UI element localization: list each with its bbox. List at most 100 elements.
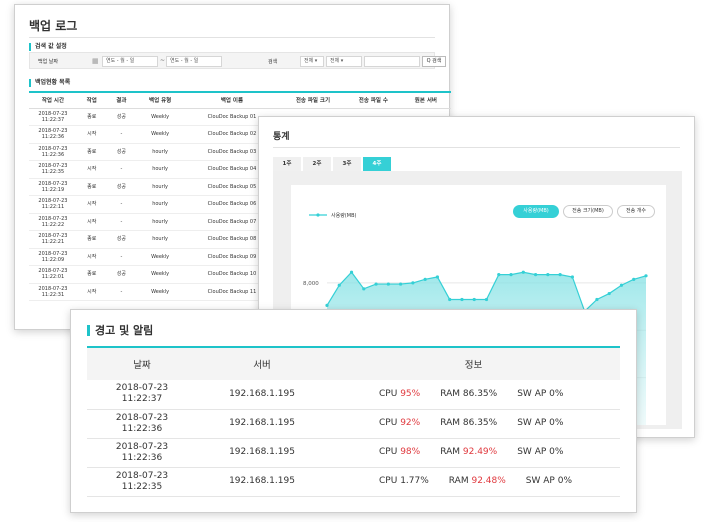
cell-result: - bbox=[106, 213, 137, 231]
alert-server: 192.168.1.195 bbox=[197, 438, 327, 468]
cell-result: - bbox=[106, 160, 137, 179]
alerts-window: 경고 및 알림 날짜 서버 정보 2018-07-23 11:22:37 192.1… bbox=[70, 309, 637, 513]
select-1-value: 전체 bbox=[304, 58, 314, 64]
data-point bbox=[460, 297, 464, 302]
data-point bbox=[374, 282, 378, 286]
cpu-label: CPU bbox=[379, 418, 398, 428]
cell-datetime: 2018-07-23 11:22:09 bbox=[29, 248, 77, 266]
select-1[interactable]: 전체 ▾ bbox=[300, 56, 324, 67]
col-header: 전송 파일 수 bbox=[346, 91, 401, 109]
ram-label: RAM bbox=[448, 476, 469, 486]
list-section-title: 백업현황 목록 bbox=[29, 79, 70, 87]
search-label: 검색 bbox=[268, 59, 278, 65]
ram-label: RAM bbox=[440, 418, 461, 428]
cell-type: Weekly bbox=[136, 283, 185, 301]
data-point bbox=[423, 277, 427, 281]
data-point bbox=[386, 282, 390, 286]
data-point bbox=[349, 270, 354, 274]
data-point bbox=[411, 281, 415, 285]
alert-date-time: 11:22:37 bbox=[121, 394, 163, 405]
data-point bbox=[435, 275, 440, 279]
alert-date-day: 2018-07-23 bbox=[115, 441, 169, 452]
cell-result: - bbox=[106, 248, 137, 266]
ram-value: 92.49% bbox=[462, 447, 498, 457]
calendar-icon[interactable]: ▦ bbox=[92, 57, 99, 65]
cell-type: hourly bbox=[136, 230, 185, 249]
col-server: 서버 bbox=[197, 346, 327, 380]
data-point bbox=[607, 291, 611, 296]
sw-value: 0% bbox=[549, 418, 564, 428]
alert-date: 2018-07-23 11:22:35 bbox=[87, 467, 197, 497]
table-header-row: 작업 시간 작업 결과 백업 유형 백업 이름 전송 파일 크기 전송 파일 수 원본 서버 bbox=[29, 91, 451, 109]
col-header: 결과 bbox=[106, 91, 137, 109]
cell-datetime: 2018-07-23 11:22:36 bbox=[29, 143, 77, 161]
alert-date-time: 11:22:36 bbox=[121, 452, 163, 463]
cpu-value: 1.77% bbox=[400, 476, 429, 486]
cpu-label: CPU bbox=[379, 388, 398, 399]
alert-row[interactable]: 2018-07-23 11:22:37 192.168.1.195 CPU 95% RA… bbox=[87, 380, 620, 410]
search-button[interactable]: Q 검색 bbox=[422, 56, 446, 67]
sw-label: SW AP bbox=[517, 418, 547, 428]
cell-result: 성공 bbox=[106, 265, 137, 284]
stats-title: 통계 bbox=[273, 132, 290, 142]
range-dash: ~ bbox=[160, 57, 166, 64]
tab-week-1[interactable]: 1주 bbox=[273, 157, 301, 171]
alert-date: 2018-07-23 11:22:36 bbox=[87, 438, 197, 468]
cell-type: hourly bbox=[136, 195, 185, 214]
cell-op: 시작 bbox=[76, 125, 107, 144]
alert-info: CPU 92% RAM 86.35% SW AP 0% bbox=[327, 409, 620, 439]
cell-datetime: 2018-07-23 11:22:01 bbox=[29, 265, 77, 284]
alert-date-day: 2018-07-23 bbox=[115, 412, 169, 423]
cell-op: 시작 bbox=[76, 213, 107, 231]
search-filter-bar: 백업 날짜 ▦ 연도 - 월 - 일 ~ 연도 - 월 - 일 검색 전체 ▾ … bbox=[29, 52, 446, 69]
alert-date: 2018-07-23 11:22:36 bbox=[87, 409, 197, 439]
sw-label: SW AP bbox=[525, 476, 555, 486]
search-input[interactable] bbox=[364, 56, 420, 67]
alert-row[interactable]: 2018-07-23 11:22:36 192.168.1.195 CPU 92% RA… bbox=[87, 409, 620, 439]
alert-date: 2018-07-23 11:22:37 bbox=[87, 380, 197, 410]
cell-result: - bbox=[106, 195, 137, 214]
date-from-input[interactable]: 연도 - 월 - 일 bbox=[102, 56, 158, 67]
tab-week-2[interactable]: 2주 bbox=[303, 157, 331, 171]
data-point bbox=[337, 283, 341, 287]
cell-datetime: 2018-07-23 11:22:19 bbox=[29, 178, 77, 196]
alert-row[interactable]: 2018-07-23 11:22:35 192.168.1.195 CPU 1.77%… bbox=[87, 467, 620, 497]
tab-week-4[interactable]: 4주 bbox=[363, 157, 391, 171]
alert-server: 192.168.1.195 bbox=[197, 409, 327, 439]
select-2-value: 전체 bbox=[330, 58, 340, 64]
data-point bbox=[644, 274, 648, 278]
search-section-title: 검색 값 설정 bbox=[29, 43, 67, 51]
row-time: 11:22:09 bbox=[41, 256, 65, 263]
cell-result: 성공 bbox=[106, 143, 137, 161]
row-time: 11:22:31 bbox=[41, 291, 65, 298]
date-to-input[interactable]: 연도 - 월 - 일 bbox=[166, 56, 222, 67]
alert-date-time: 11:22:35 bbox=[121, 481, 163, 492]
data-point bbox=[595, 297, 599, 302]
data-point bbox=[362, 287, 366, 291]
legend-label: 사용량(MB) bbox=[331, 212, 356, 219]
select-2[interactable]: 전체 ▾ bbox=[326, 56, 362, 67]
sw-value: 0% bbox=[549, 447, 564, 457]
date-label: 백업 날짜 bbox=[38, 59, 58, 65]
tab-week-3[interactable]: 3주 bbox=[333, 157, 361, 171]
cell-op: 시작 bbox=[76, 195, 107, 214]
data-point bbox=[570, 275, 574, 279]
data-point bbox=[558, 273, 562, 277]
cell-type: Weekly bbox=[136, 265, 185, 284]
sw-label: SW AP bbox=[517, 388, 547, 399]
cell-datetime: 2018-07-23 11:22:21 bbox=[29, 230, 77, 249]
alert-row[interactable]: 2018-07-23 11:22:36 192.168.1.195 CPU 98% RA… bbox=[87, 438, 620, 468]
alerts-header-row: 날짜 서버 정보 bbox=[87, 346, 620, 380]
cell-op: 시작 bbox=[76, 160, 107, 179]
cell-op: 시작 bbox=[76, 283, 107, 301]
cell-type: Weekly bbox=[136, 108, 185, 126]
cell-type: hourly bbox=[136, 178, 185, 196]
cell-datetime: 2018-07-23 11:22:31 bbox=[29, 283, 77, 301]
data-point bbox=[399, 282, 403, 286]
row-time: 11:22:01 bbox=[41, 274, 65, 281]
cell-type: Weekly bbox=[136, 248, 185, 266]
cell-op: 종료 bbox=[76, 230, 107, 249]
ram-label: RAM bbox=[440, 447, 461, 457]
ram-value: 86.35% bbox=[462, 418, 498, 428]
data-point bbox=[484, 297, 489, 302]
